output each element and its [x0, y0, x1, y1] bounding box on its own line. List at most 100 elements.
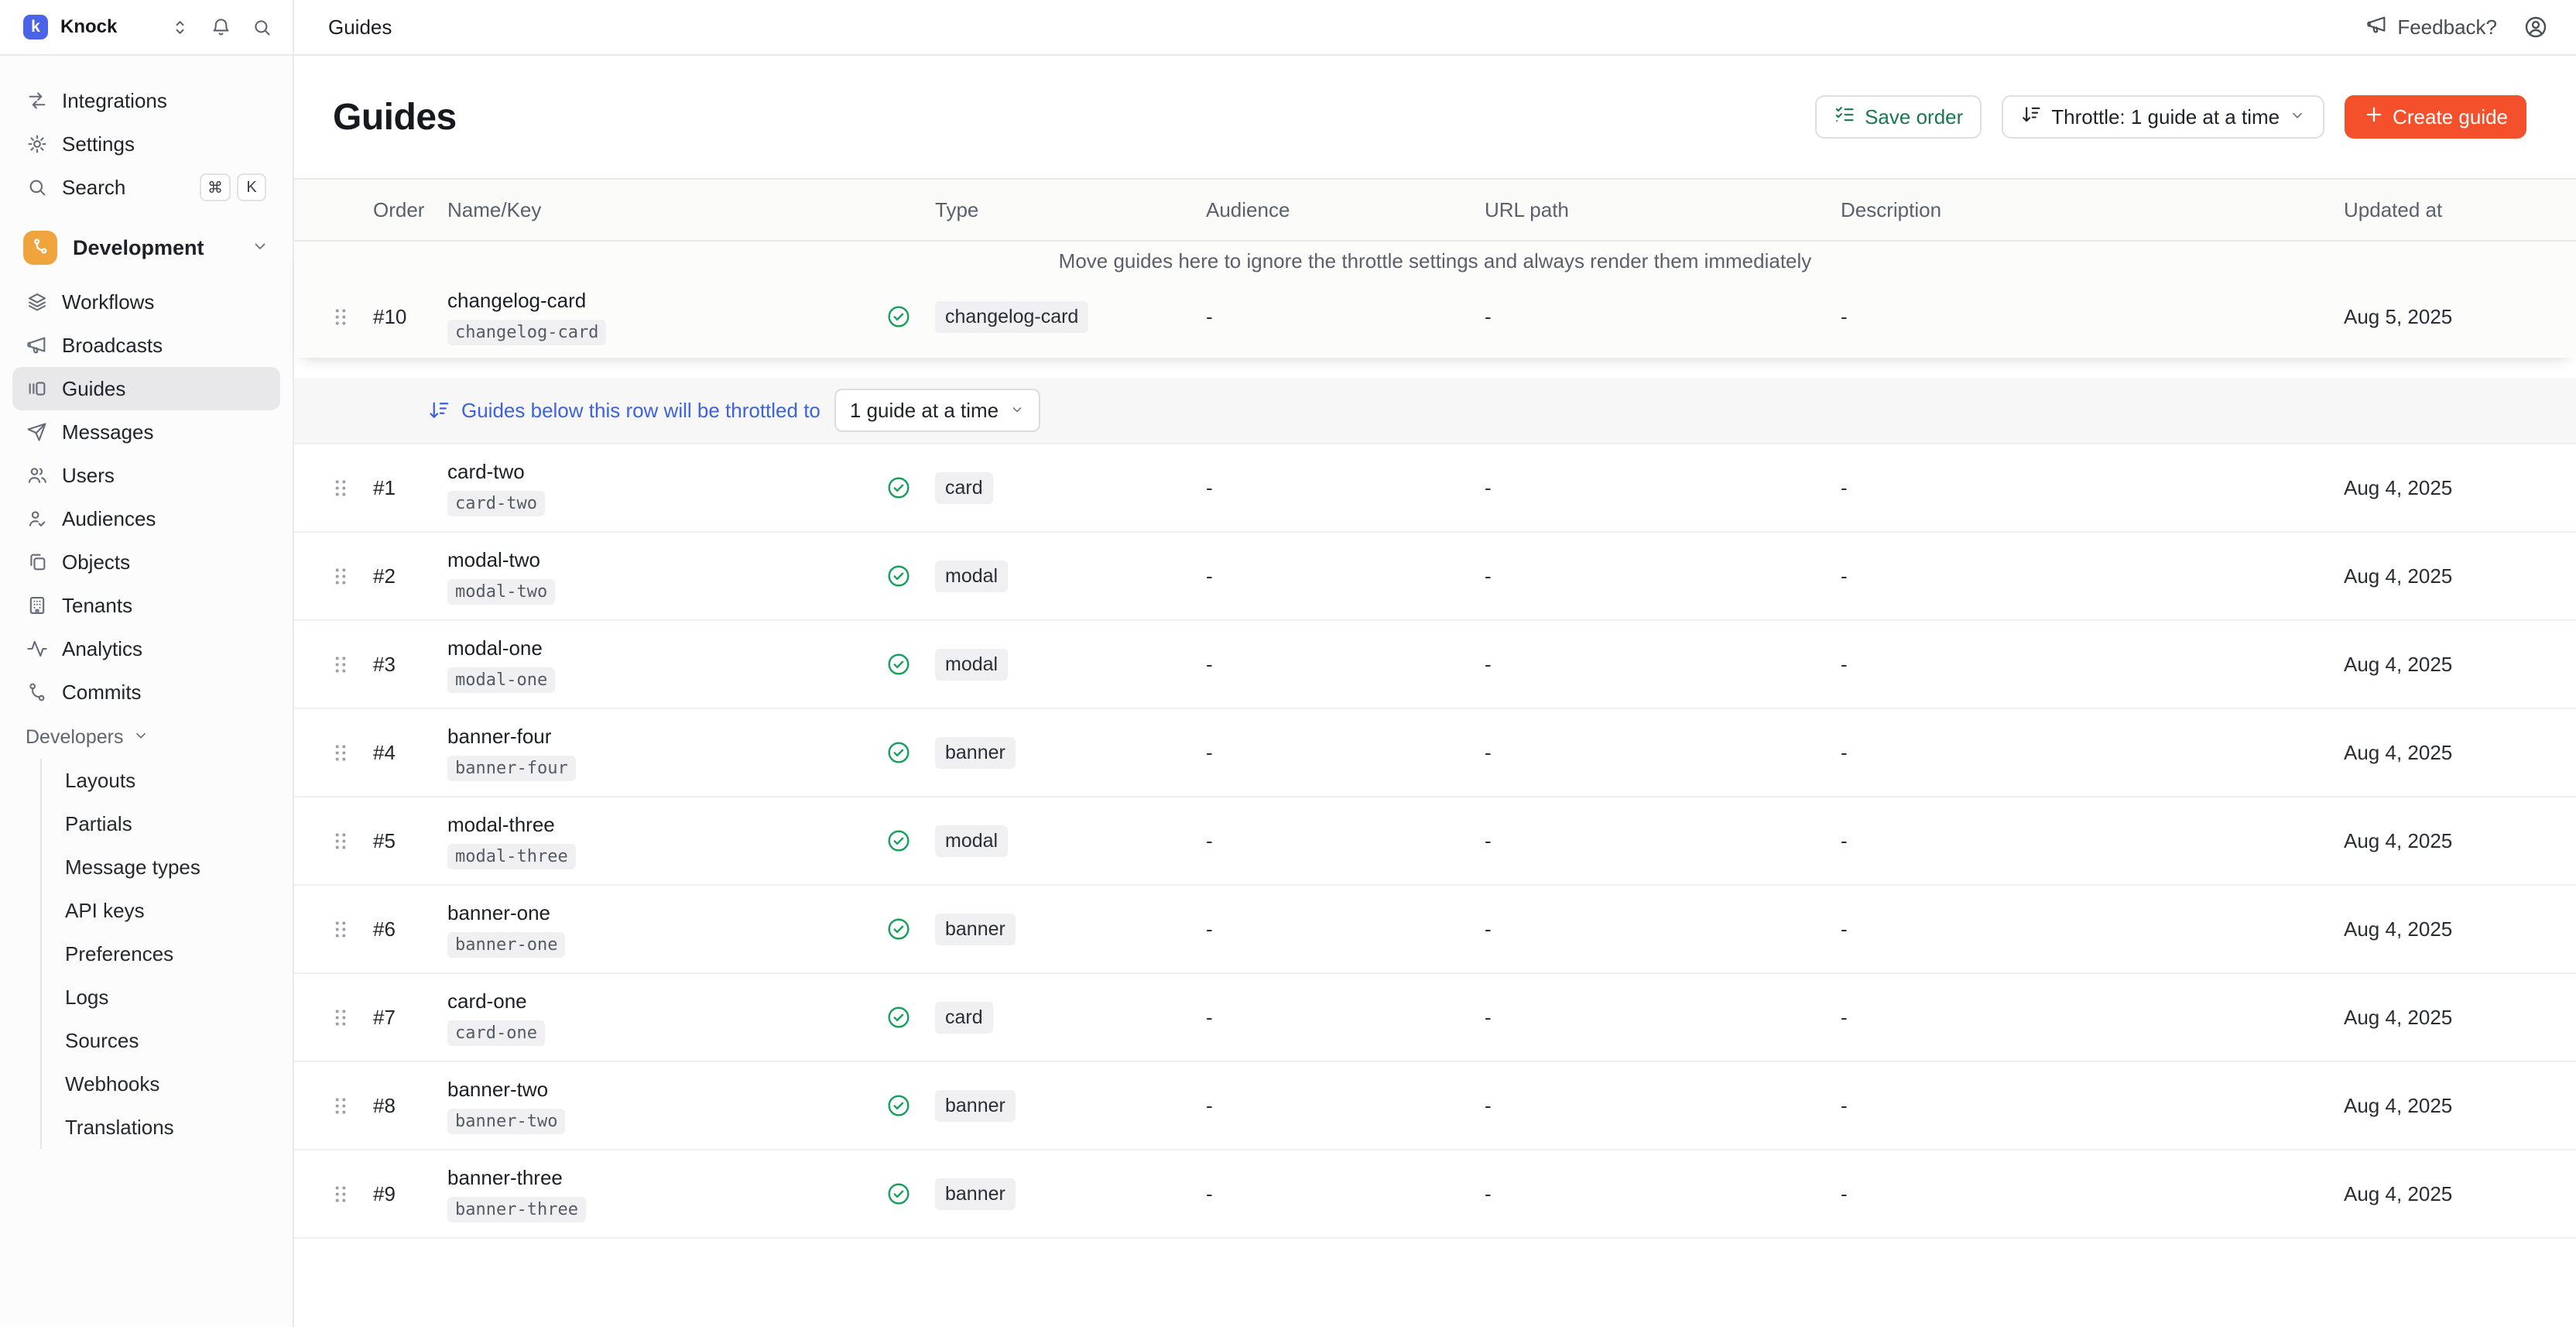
throttle-dropdown-button[interactable]: Throttle: 1 guide at a time: [2002, 95, 2324, 139]
sidebar-item-analytics[interactable]: Analytics: [12, 627, 280, 670]
guide-name[interactable]: card-one: [447, 989, 527, 1013]
drag-handle[interactable]: [333, 1007, 373, 1028]
column-header-description[interactable]: Description: [1841, 198, 2344, 222]
sidebar-item-users[interactable]: Users: [12, 454, 280, 497]
sidebar-item-webhooks[interactable]: Webhooks: [42, 1062, 293, 1106]
guide-order: #6: [373, 917, 447, 941]
drag-handle[interactable]: [333, 1184, 373, 1205]
guide-name[interactable]: card-two: [447, 460, 525, 484]
guide-name[interactable]: banner-one: [447, 901, 550, 925]
sidebar-item-messages[interactable]: Messages: [12, 410, 280, 454]
environment-switcher[interactable]: Development: [12, 226, 280, 269]
guide-updated-at: Aug 4, 2025: [2344, 829, 2514, 853]
column-header-updated-at[interactable]: Updated at: [2344, 198, 2514, 222]
guide-key-badge: banner-one: [447, 932, 565, 958]
drag-handle[interactable]: [333, 654, 373, 675]
column-header-audience[interactable]: Audience: [1206, 198, 1485, 222]
drag-handle[interactable]: [333, 478, 373, 499]
guide-name[interactable]: banner-three: [447, 1166, 563, 1190]
save-order-button[interactable]: Save order: [1815, 95, 1982, 139]
sidebar-item-broadcasts[interactable]: Broadcasts: [12, 324, 280, 367]
topbar-search-icon[interactable]: [252, 17, 272, 38]
sidebar-item-commits[interactable]: Commits: [12, 670, 280, 714]
guide-row[interactable]: #3 modal-one modal-one modal - - - Aug 4…: [294, 619, 2576, 708]
sidebar-item-guides[interactable]: Guides: [12, 367, 280, 410]
workflows-icon: [26, 291, 48, 313]
throttle-amount-select[interactable]: 1 guide at a time: [834, 389, 1040, 432]
sidebar-item-workflows[interactable]: Workflows: [12, 280, 280, 324]
create-guide-button[interactable]: Create guide: [2345, 95, 2526, 139]
app-window: k Knock Guides Feedback?: [0, 0, 2576, 1327]
guide-key-badge: banner-four: [447, 756, 576, 781]
guide-name[interactable]: changelog-card: [447, 289, 586, 313]
guide-name[interactable]: modal-three: [447, 813, 555, 837]
integrations-icon: [26, 90, 48, 111]
column-header-type[interactable]: Type: [935, 198, 1206, 222]
guide-row[interactable]: #2 modal-two modal-two modal - - - Aug 4…: [294, 531, 2576, 619]
guide-description: -: [1841, 917, 2344, 941]
guide-row[interactable]: #6 banner-one banner-one banner - - - Au…: [294, 884, 2576, 972]
guide-active-check-icon: [886, 651, 935, 677]
chevron-down-icon: [132, 727, 149, 748]
sidebar-item-settings[interactable]: Settings: [12, 122, 280, 166]
sidebar-item-partials[interactable]: Partials: [42, 802, 293, 845]
column-header-name-key[interactable]: Name/Key: [447, 198, 886, 222]
drag-handle[interactable]: [333, 831, 373, 852]
guide-row[interactable]: #1 card-two card-two card - - - Aug 4, 2…: [294, 443, 2576, 531]
guide-type-badge: banner: [935, 914, 1016, 945]
sidebar-item-layouts[interactable]: Layouts: [42, 759, 293, 802]
settings-icon: [26, 133, 48, 155]
guide-name[interactable]: banner-four: [447, 725, 551, 749]
drag-handle[interactable]: [333, 1096, 373, 1116]
sidebar-item-tenants[interactable]: Tenants: [12, 584, 280, 627]
sidebar-item-audiences[interactable]: Audiences: [12, 497, 280, 540]
notifications-bell-icon[interactable]: [211, 17, 231, 38]
workspace-select-icon[interactable]: [170, 17, 190, 38]
sidebar-section-developers[interactable]: Developers: [0, 715, 293, 759]
guide-audience: -: [1206, 741, 1485, 765]
drag-handle[interactable]: [333, 307, 373, 327]
guide-active-check-icon: [886, 1181, 935, 1207]
sidebar-item-search[interactable]: Search ⌘K: [12, 166, 280, 209]
guide-order: #5: [373, 829, 447, 853]
guide-order: #9: [373, 1182, 447, 1206]
guide-updated-at: Aug 4, 2025: [2344, 476, 2514, 500]
guide-active-check-icon: [886, 475, 935, 501]
drag-handle[interactable]: [333, 566, 373, 587]
guides-icon: [26, 378, 48, 399]
column-header-url-path[interactable]: URL path: [1485, 198, 1841, 222]
guide-name[interactable]: banner-two: [447, 1078, 548, 1102]
chevron-down-icon: [2289, 105, 2306, 129]
guide-row[interactable]: #9 banner-three banner-three banner - - …: [294, 1149, 2576, 1237]
guide-row[interactable]: #10 changelog-card changelog-card change…: [294, 276, 2576, 358]
drag-handle[interactable]: [333, 742, 373, 763]
guide-description: -: [1841, 1006, 2344, 1030]
throttle-button-label: Throttle: 1 guide at a time: [2051, 105, 2280, 129]
feedback-button[interactable]: Feedback?: [2366, 14, 2497, 41]
guide-row[interactable]: #4 banner-four banner-four banner - - - …: [294, 708, 2576, 796]
sidebar-item-sources[interactable]: Sources: [42, 1019, 293, 1062]
sidebar-item-preferences[interactable]: Preferences: [42, 932, 293, 976]
guide-url-path: -: [1485, 653, 1841, 677]
sidebar-item-integrations[interactable]: Integrations: [12, 79, 280, 122]
sidebar-item-message-types[interactable]: Message types: [42, 845, 293, 889]
account-menu-button[interactable]: [2523, 15, 2548, 39]
drag-handle[interactable]: [333, 919, 373, 940]
analytics-icon: [26, 638, 48, 660]
guide-url-path: -: [1485, 741, 1841, 765]
guide-name[interactable]: modal-one: [447, 636, 543, 660]
guide-row[interactable]: #7 card-one card-one card - - - Aug 4, 2…: [294, 972, 2576, 1061]
workspace-switcher: k Knock: [0, 0, 294, 54]
sidebar-item-logs[interactable]: Logs: [42, 976, 293, 1019]
guide-url-path: -: [1485, 1182, 1841, 1206]
guide-row[interactable]: #8 banner-two banner-two banner - - - Au…: [294, 1061, 2576, 1149]
sidebar-item-objects[interactable]: Objects: [12, 540, 280, 584]
sidebar-item-api-keys[interactable]: API keys: [42, 889, 293, 932]
guide-name[interactable]: modal-two: [447, 548, 540, 572]
chevron-down-icon: [1009, 399, 1025, 423]
column-header-order[interactable]: Order: [373, 198, 447, 222]
sidebar-item-translations[interactable]: Translations: [42, 1106, 293, 1149]
audiences-icon: [26, 508, 48, 530]
guide-audience: -: [1206, 1006, 1485, 1030]
guide-row[interactable]: #5 modal-three modal-three modal - - - A…: [294, 796, 2576, 884]
